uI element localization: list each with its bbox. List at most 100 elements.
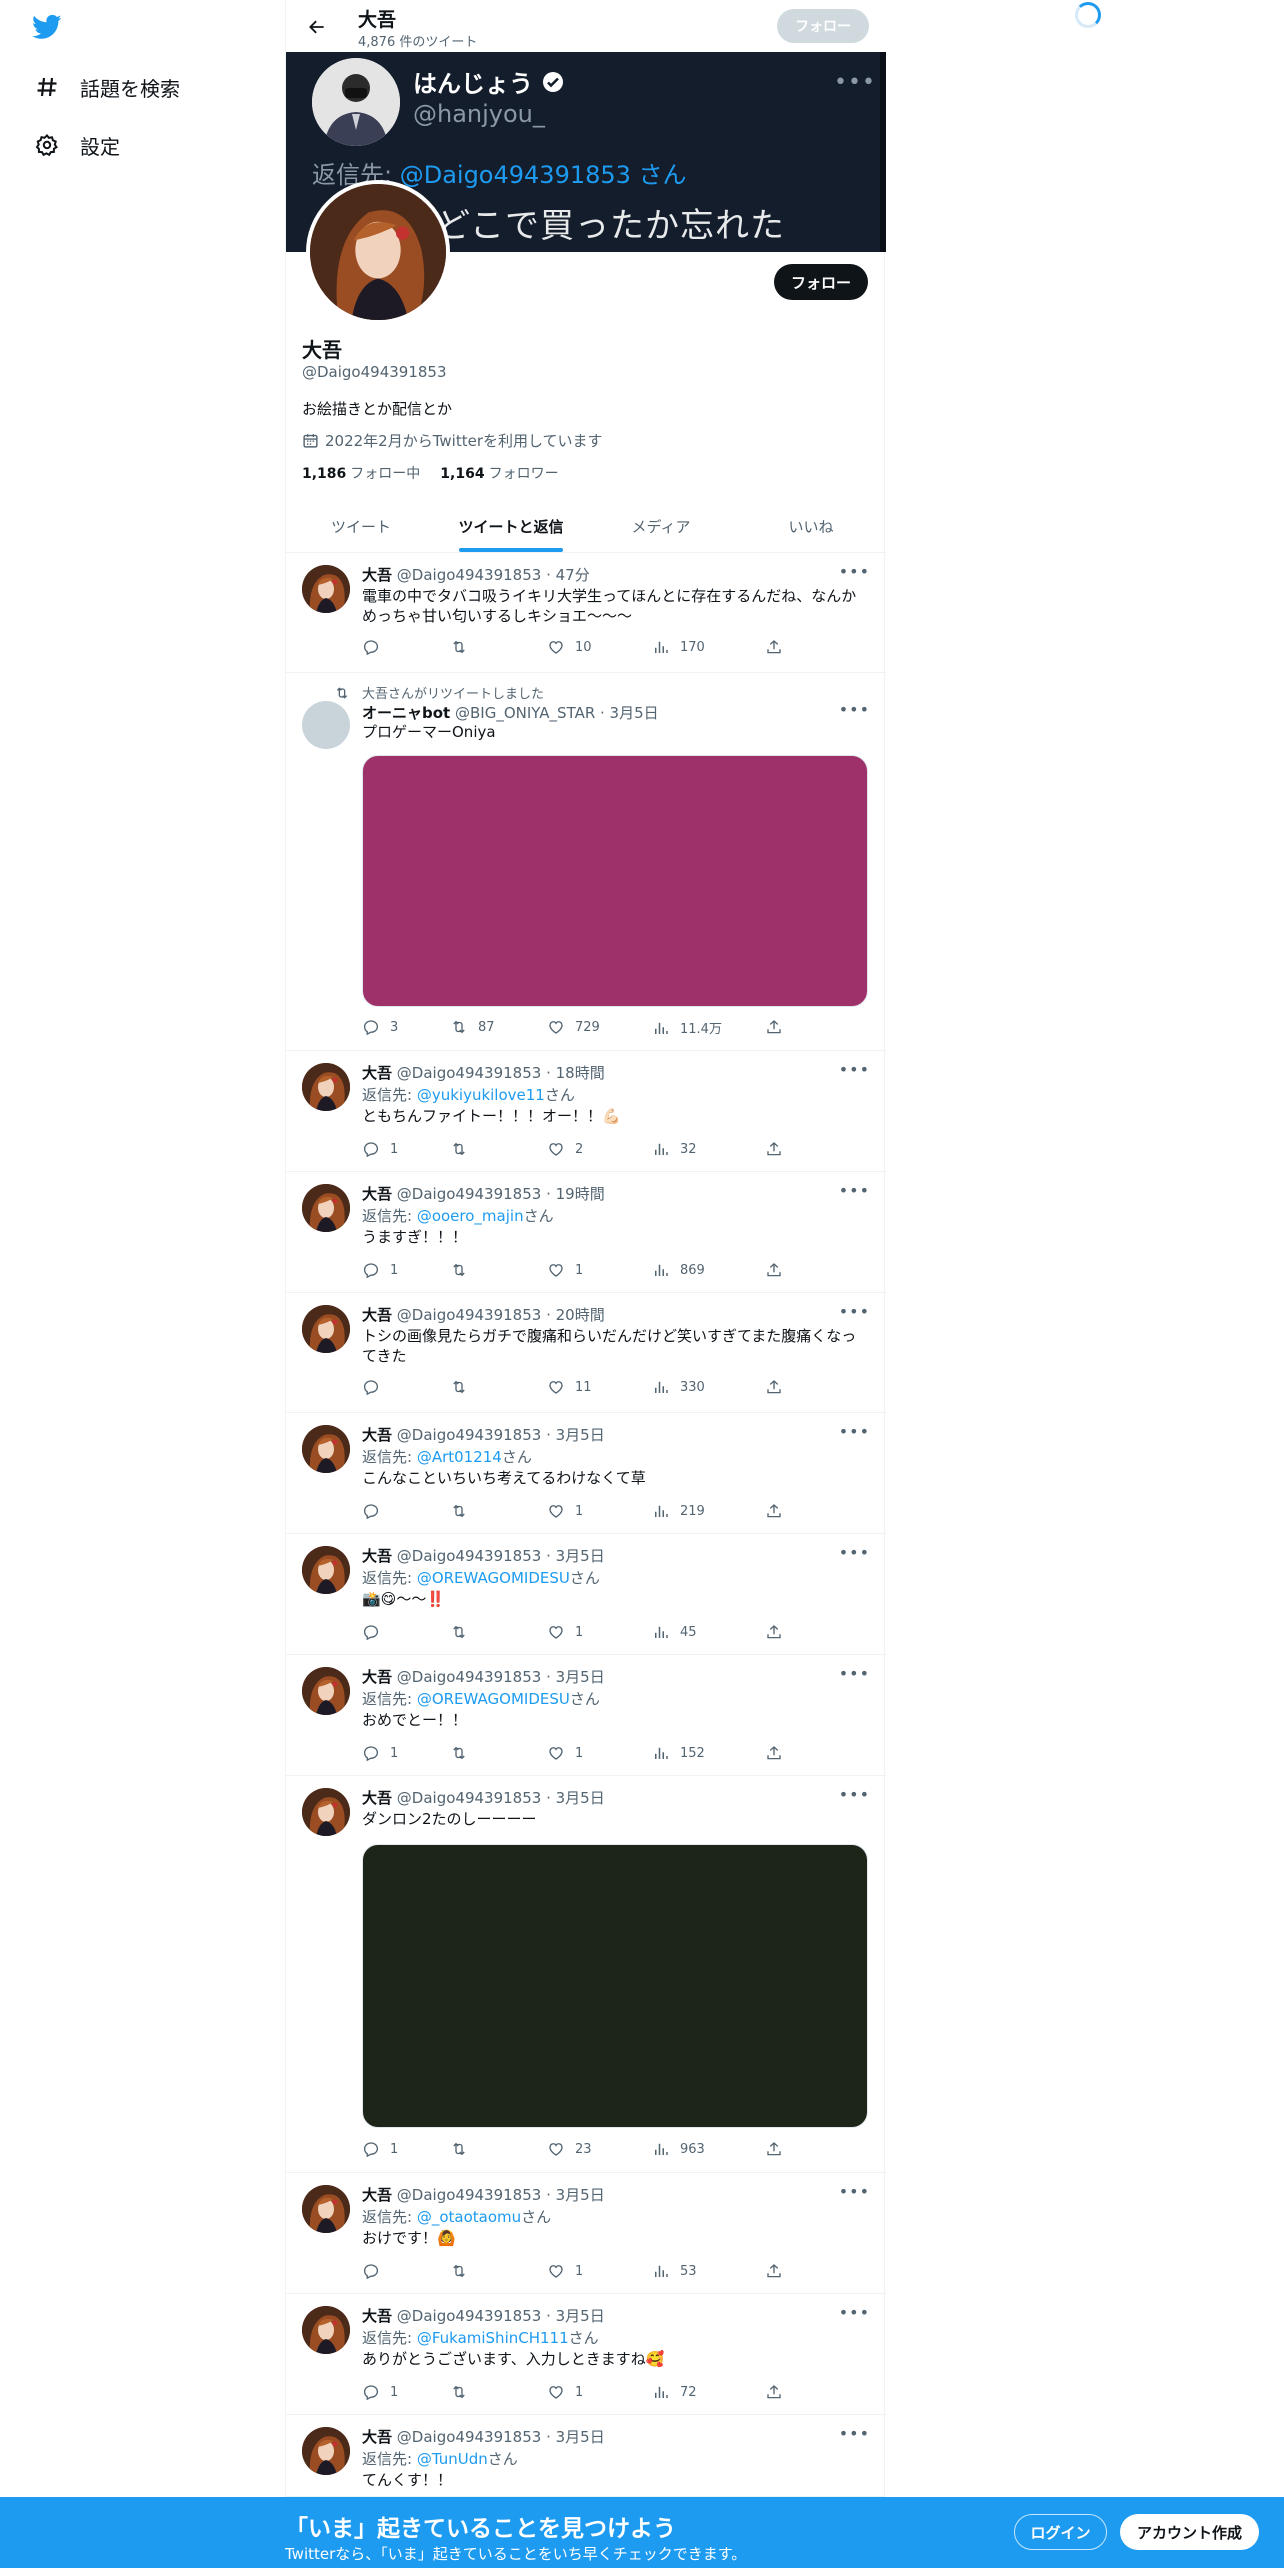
views-button[interactable]: 32	[652, 1140, 697, 1158]
like-button[interactable]: 729	[547, 1018, 600, 1036]
header-follow-button[interactable]: フォロー	[777, 9, 869, 43]
tweet-author-name[interactable]: 大吾	[362, 1668, 392, 1686]
tweet-author-name[interactable]: 大吾	[362, 1547, 392, 1565]
tweet[interactable]: 大吾 @Daigo494391853 · 18時間 ••• 返信先: @yukiyu…	[286, 1051, 886, 1172]
back-arrow-icon[interactable]	[302, 12, 332, 42]
share-button[interactable]	[765, 1378, 783, 1396]
tweet[interactable]: 大吾 @Daigo494391853 · 3月5日 ••• 返信先: @Art012…	[286, 1413, 886, 1534]
tweet-author-name[interactable]: 大吾	[362, 1064, 392, 1082]
tweet-author-name[interactable]: 大吾	[362, 566, 392, 584]
avatar[interactable]	[302, 2185, 350, 2233]
views-button[interactable]: 963	[652, 2140, 705, 2158]
more-icon[interactable]: •••	[839, 2424, 870, 2443]
more-icon[interactable]: •••	[839, 1302, 870, 1321]
share-button[interactable]	[765, 1744, 783, 1762]
share-button[interactable]	[765, 1261, 783, 1279]
more-icon[interactable]: •••	[839, 2182, 870, 2201]
avatar[interactable]	[302, 1546, 350, 1594]
tweet-author-name[interactable]: オーニャbot	[362, 704, 450, 722]
reply-to-user-link[interactable]: @Art01214	[417, 1448, 502, 1466]
views-button[interactable]: 53	[652, 2262, 697, 2280]
views-button[interactable]: 152	[652, 1744, 705, 1762]
tweet-author-name[interactable]: 大吾	[362, 1185, 392, 1203]
tweet-author-name[interactable]: 大吾	[362, 1789, 392, 1807]
tweet[interactable]: 大吾 @Daigo494391853 · 3月5日 ••• 返信先: @Fukami…	[286, 2294, 886, 2415]
like-button[interactable]: 1	[547, 1744, 583, 1762]
follow-button[interactable]: フォロー	[774, 264, 868, 300]
tweet[interactable]: 大吾 @Daigo494391853 · 3月5日 ••• 返信先: @OREWAG…	[286, 1534, 886, 1655]
share-button[interactable]	[765, 1140, 783, 1158]
tweet-media[interactable]	[362, 755, 868, 1007]
reply-button[interactable]	[362, 638, 390, 656]
more-icon[interactable]: •••	[839, 2303, 870, 2322]
avatar[interactable]	[302, 1305, 350, 1353]
login-button[interactable]: ログイン	[1014, 2514, 1107, 2550]
avatar[interactable]	[302, 1788, 350, 1836]
retweet-button[interactable]	[450, 2262, 478, 2280]
reply-button[interactable]	[362, 1378, 390, 1396]
tweet-meta[interactable]: @Daigo494391853 · 3月5日	[397, 1789, 605, 1807]
reply-button[interactable]	[362, 1623, 390, 1641]
more-icon[interactable]: •••	[839, 1785, 870, 1804]
like-button[interactable]: 10	[547, 638, 592, 656]
reply-button[interactable]	[362, 1502, 390, 1520]
share-button[interactable]	[765, 638, 783, 656]
avatar[interactable]	[302, 1667, 350, 1715]
retweet-button[interactable]	[450, 1261, 478, 1279]
tweet[interactable]: 大吾 @Daigo494391853 · 3月5日 ••• 返信先: @_otaot…	[286, 2173, 886, 2294]
more-icon[interactable]: •••	[839, 1664, 870, 1683]
avatar[interactable]	[302, 1063, 350, 1111]
views-button[interactable]: 330	[652, 1378, 705, 1396]
tab-tweets[interactable]: ツイート	[286, 500, 436, 552]
reply-to-user-link[interactable]: @OREWAGOMIDESU	[417, 1569, 570, 1587]
reply-button[interactable]: 1	[362, 2140, 398, 2158]
views-button[interactable]: 170	[652, 638, 705, 656]
avatar[interactable]	[302, 565, 350, 613]
views-button[interactable]: 45	[652, 1623, 697, 1641]
retweet-button[interactable]	[450, 1378, 478, 1396]
tweet[interactable]: 大吾 @Daigo494391853 · 20時間 ••• トシの画像見たらガチで腹…	[286, 1293, 886, 1413]
tweet-meta[interactable]: @Daigo494391853 · 20時間	[397, 1306, 605, 1324]
tweet-meta[interactable]: @Daigo494391853 · 3月5日	[397, 2428, 605, 2446]
tweet-author-name[interactable]: 大吾	[362, 2307, 392, 2325]
like-button[interactable]: 11	[547, 1378, 592, 1396]
reply-button[interactable]: 1	[362, 2383, 398, 2401]
tweet-meta[interactable]: @Daigo494391853 · 47分	[397, 566, 590, 584]
tweet[interactable]: 大吾さんがリツイートしました オーニャbot @BIG_ONIYA_STAR · …	[286, 673, 886, 1051]
tweet-meta[interactable]: @BIG_ONIYA_STAR · 3月5日	[455, 704, 659, 722]
retweet-button[interactable]	[450, 1623, 478, 1641]
avatar[interactable]	[302, 2427, 350, 2475]
following-link[interactable]: 1,186 フォロー中	[302, 463, 420, 483]
like-button[interactable]: 1	[547, 1502, 583, 1520]
views-button[interactable]: 869	[652, 1261, 705, 1279]
more-icon[interactable]: •••	[839, 562, 870, 581]
retweet-button[interactable]: 87	[450, 1018, 495, 1036]
retweet-button[interactable]	[450, 1502, 478, 1520]
retweet-button[interactable]	[450, 1744, 478, 1762]
share-button[interactable]	[765, 1623, 783, 1641]
retweet-button[interactable]	[450, 1140, 478, 1158]
reply-button[interactable]	[362, 2262, 390, 2280]
tab-tweets-and-replies[interactable]: ツイートと返信	[436, 500, 586, 552]
tweet-meta[interactable]: @Daigo494391853 · 19時間	[397, 1185, 605, 1203]
reply-to-user-link[interactable]: @yukiyukilove11	[417, 1086, 545, 1104]
more-icon[interactable]: •••	[839, 700, 870, 719]
reply-to-user-link[interactable]: @ooero_majin	[417, 1207, 524, 1225]
like-button[interactable]: 1	[547, 2262, 583, 2280]
tweet-author-name[interactable]: 大吾	[362, 2186, 392, 2204]
tab-media[interactable]: メディア	[586, 500, 736, 552]
reply-button[interactable]: 3	[362, 1018, 398, 1036]
sidebar-item-settings[interactable]: 設定	[34, 125, 120, 165]
reply-button[interactable]: 1	[362, 1140, 398, 1158]
tweet[interactable]: 大吾 @Daigo494391853 · 3月5日 ••• ダンロン2たのしーーーー…	[286, 1776, 886, 2173]
like-button[interactable]: 1	[547, 1623, 583, 1641]
reply-to-user-link[interactable]: @FukamiShinCH111	[417, 2329, 569, 2347]
reply-button[interactable]: 1	[362, 1744, 398, 1762]
tweet[interactable]: 大吾 @Daigo494391853 · 47分 ••• 電車の中でタバコ吸うイキリ…	[286, 553, 886, 673]
share-button[interactable]	[765, 2262, 783, 2280]
share-button[interactable]	[765, 2140, 783, 2158]
like-button[interactable]: 1	[547, 2383, 583, 2401]
more-icon[interactable]: •••	[839, 1543, 870, 1562]
more-icon[interactable]: •••	[839, 1060, 870, 1079]
share-button[interactable]	[765, 1018, 783, 1036]
